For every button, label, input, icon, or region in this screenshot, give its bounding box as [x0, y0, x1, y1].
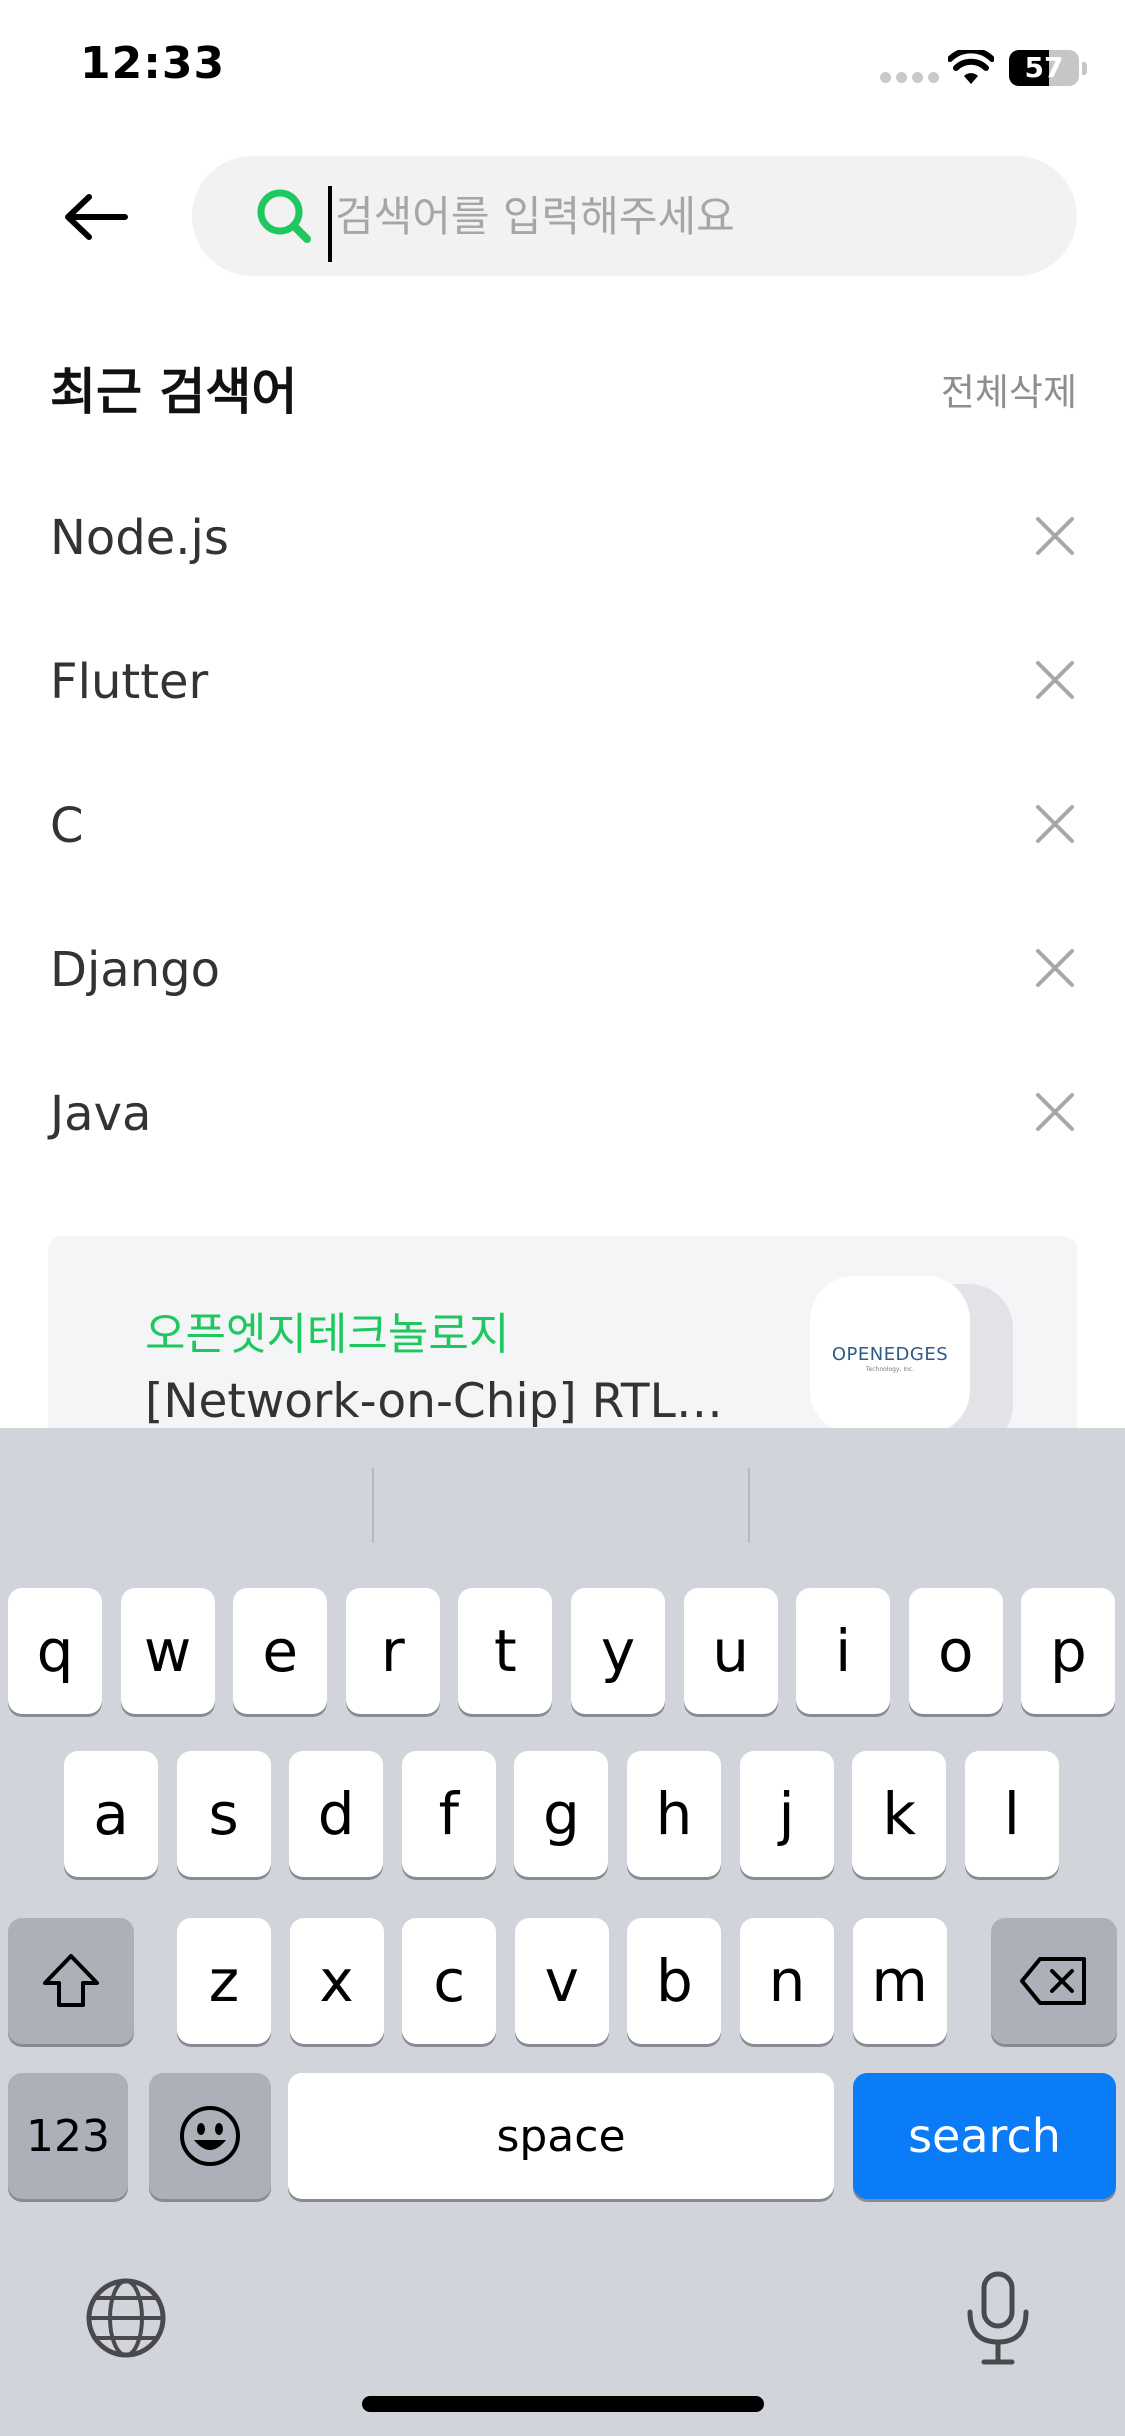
key-f[interactable]: f	[401, 1751, 496, 1877]
company-logo: OPENEDGES Technology, Inc.	[810, 1276, 970, 1434]
recent-search-item[interactable]: Django	[0, 902, 1125, 1046]
recent-search-label[interactable]: Java	[50, 1086, 151, 1142]
key-i[interactable]: i	[796, 1588, 891, 1714]
recent-search-label[interactable]: Django	[50, 942, 220, 998]
key-s[interactable]: s	[176, 1751, 271, 1877]
key-c[interactable]: c	[402, 1918, 497, 2044]
text-cursor	[328, 186, 332, 262]
suggestion-divider	[372, 1468, 374, 1543]
logo-text: OPENEDGES	[831, 1344, 949, 1365]
search-key[interactable]: search	[853, 2073, 1116, 2199]
status-bar: 12:33 57	[0, 0, 1125, 140]
key-t[interactable]: t	[458, 1588, 553, 1714]
shift-key[interactable]	[8, 1918, 134, 2044]
key-j[interactable]: j	[739, 1751, 834, 1877]
battery-icon: 57	[1009, 50, 1079, 86]
key-o[interactable]: o	[908, 1588, 1003, 1714]
wifi-icon	[948, 50, 994, 84]
emoji-icon	[180, 2106, 240, 2166]
suggestion-divider	[748, 1468, 750, 1543]
battery-tip	[1082, 62, 1087, 75]
close-icon[interactable]	[1025, 794, 1085, 854]
key-d[interactable]: d	[289, 1751, 384, 1877]
delete-all-button[interactable]: 전체삭제	[941, 362, 1077, 416]
search-icon	[257, 189, 311, 243]
microphone-icon[interactable]	[960, 2268, 1036, 2368]
search-input[interactable]	[335, 176, 1035, 256]
search-bar[interactable]	[192, 156, 1077, 276]
cellular-signal-icon	[880, 72, 939, 83]
space-key[interactable]: space	[288, 2073, 834, 2199]
recent-search-list: Node.js Flutter C Django Java	[0, 470, 1125, 1190]
key-m[interactable]: m	[852, 1918, 947, 2044]
key-l[interactable]: l	[964, 1751, 1059, 1877]
status-time: 12:33	[80, 38, 226, 89]
arrow-left-icon	[65, 194, 128, 240]
close-icon[interactable]	[1025, 1082, 1085, 1142]
key-e[interactable]: e	[233, 1588, 328, 1714]
recent-search-item[interactable]: Java	[0, 1046, 1125, 1190]
recent-search-label[interactable]: C	[50, 798, 84, 854]
battery-percent: 57	[1024, 51, 1064, 84]
backspace-key[interactable]	[991, 1918, 1117, 2044]
key-r[interactable]: r	[345, 1588, 440, 1714]
shift-icon	[43, 1954, 99, 2007]
recent-search-item[interactable]: Node.js	[0, 470, 1125, 614]
close-icon[interactable]	[1025, 506, 1085, 566]
backspace-icon	[1020, 1957, 1086, 2005]
close-icon[interactable]	[1025, 650, 1085, 710]
key-k[interactable]: k	[852, 1751, 947, 1877]
recent-search-label[interactable]: Node.js	[50, 510, 229, 566]
logo-subtext: Technology, Inc.	[865, 1366, 915, 1373]
key-q[interactable]: q	[8, 1588, 102, 1714]
keyboard: qwertyuiop asdfghjkl zxcvbnm 123 space s…	[0, 1428, 1125, 2436]
key-b[interactable]: b	[627, 1918, 722, 2044]
recent-search-label[interactable]: Flutter	[50, 654, 208, 710]
emoji-key[interactable]	[149, 2073, 271, 2199]
close-icon[interactable]	[1025, 938, 1085, 998]
job-title: [Network-on-Chip] RTL…	[145, 1374, 723, 1429]
home-indicator	[362, 2396, 764, 2412]
key-g[interactable]: g	[514, 1751, 609, 1877]
key-n[interactable]: n	[740, 1918, 834, 2044]
key-w[interactable]: w	[120, 1588, 215, 1714]
recent-search-item[interactable]: C	[0, 758, 1125, 902]
key-z[interactable]: z	[177, 1918, 271, 2044]
recent-searches-title: 최근 검색어	[50, 363, 298, 421]
key-p[interactable]: p	[1021, 1588, 1116, 1714]
numbers-key[interactable]: 123	[8, 2073, 128, 2199]
recent-search-item[interactable]: Flutter	[0, 614, 1125, 758]
key-a[interactable]: a	[64, 1751, 158, 1877]
key-x[interactable]: x	[289, 1918, 384, 2044]
key-v[interactable]: v	[514, 1918, 609, 2044]
key-y[interactable]: y	[571, 1588, 665, 1714]
key-h[interactable]: h	[627, 1751, 721, 1877]
globe-icon[interactable]	[84, 2276, 168, 2360]
company-name: 오픈엣지테크놀로지	[145, 1309, 510, 1360]
back-button[interactable]	[56, 182, 136, 252]
key-u[interactable]: u	[683, 1588, 778, 1714]
